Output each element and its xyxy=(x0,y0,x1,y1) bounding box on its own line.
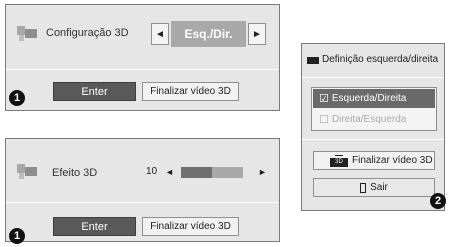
decrease-effect-button[interactable]: ◄ xyxy=(165,167,174,177)
3d-glasses-icon xyxy=(17,26,37,41)
menu-title: Definição esquerda/direita xyxy=(322,54,439,65)
3d-effect-value: 10 xyxy=(146,166,158,177)
door-exit-icon xyxy=(360,182,367,193)
3d-config-value: Esq./Dir. xyxy=(171,21,246,47)
option-label: Esquerda/Direita xyxy=(331,93,407,104)
option-right-left[interactable]: ☐ Direita/Esquerda xyxy=(313,110,435,129)
finish-3d-video-button[interactable]: Finalizar vídeo 3D xyxy=(142,217,239,236)
panel-3d-config: Configuração 3D ◄ Esq./Dir. ► Enter Fina… xyxy=(5,4,280,111)
checkbox-unchecked-icon: ☐ xyxy=(319,114,329,126)
tv-3d-icon: 3D xyxy=(330,154,348,167)
previous-option-button[interactable]: ◄ xyxy=(151,23,169,45)
finish-3d-video-button[interactable]: Finalizar vídeo 3D xyxy=(142,82,239,101)
option-left-right[interactable]: ☑ Esquerda/Direita xyxy=(313,89,435,108)
exit-label: Sair xyxy=(370,182,388,193)
slider-fill xyxy=(181,167,212,178)
menu-title-icon xyxy=(307,57,319,64)
panel-3d-effect: Efeito 3D 10 ◄ ► Enter Finalizar vídeo 3… xyxy=(5,138,280,242)
option-list: ☑ Esquerda/Direita ☐ Direita/Esquerda xyxy=(311,87,437,131)
enter-button[interactable]: Enter xyxy=(53,82,136,101)
step-badge: 1 xyxy=(9,90,25,106)
3d-effect-slider[interactable] xyxy=(181,167,243,178)
next-option-button[interactable]: ► xyxy=(248,23,266,45)
panel-divider xyxy=(6,202,279,203)
step-badge: 1 xyxy=(9,228,25,244)
enter-button[interactable]: Enter xyxy=(53,217,136,236)
finish-3d-video-button[interactable]: 3D Finalizar vídeo 3D xyxy=(313,151,435,170)
finish-label: Finalizar vídeo 3D xyxy=(352,155,433,166)
menu-divider xyxy=(302,77,444,78)
option-label: Direita/Esquerda xyxy=(331,114,407,125)
panel-divider xyxy=(6,69,279,70)
3d-glasses-icon xyxy=(17,164,37,179)
exit-button[interactable]: Sair xyxy=(313,178,435,197)
3d-config-label: Configuração 3D xyxy=(46,27,129,39)
left-right-setting-menu: Definição esquerda/direita ☑ Esquerda/Di… xyxy=(301,43,445,211)
3d-effect-label: Efeito 3D xyxy=(52,167,98,179)
checkbox-checked-icon: ☑ xyxy=(319,93,329,105)
increase-effect-button[interactable]: ► xyxy=(258,167,267,177)
step-badge: 2 xyxy=(430,193,446,209)
left-arrow-icon: ◄ xyxy=(155,28,165,40)
menu-divider xyxy=(302,139,444,140)
right-arrow-icon: ► xyxy=(252,28,262,40)
